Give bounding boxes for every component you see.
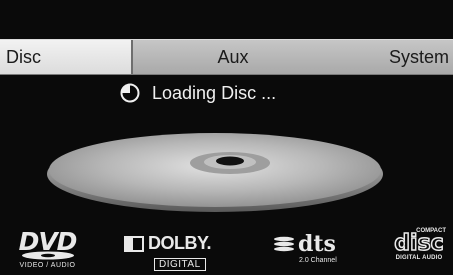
- tab-aux-label: Aux: [217, 46, 249, 67]
- dolby-logo-word: DOLBY.: [148, 233, 212, 253]
- dvd-logo-sub: VIDEO / AUDIO: [19, 262, 76, 269]
- dts-logo-sub: 2.0 Channel: [299, 257, 337, 264]
- cd-logo-sub: DIGITAL AUDIO: [395, 255, 443, 261]
- format-logos: DVD VIDEO / AUDIO DOLBY. DIGITAL dts 2.0…: [0, 225, 453, 273]
- dts-logo: dts 2.0 Channel: [273, 233, 343, 271]
- disc-graphic: [45, 125, 385, 215]
- tab-system[interactable]: System: [333, 40, 453, 74]
- tab-disc[interactable]: Disc: [0, 40, 133, 74]
- tab-system-label: System: [388, 46, 449, 67]
- tab-bar: Disc Aux System: [0, 39, 453, 75]
- dolby-logo: DOLBY. DIGITAL: [124, 233, 216, 271]
- double-d-icon: [124, 235, 144, 252]
- dvd-logo-word: DVD: [18, 227, 78, 256]
- cd-logo-word: disc: [394, 231, 445, 256]
- dvd-logo: DVD VIDEO / AUDIO: [10, 229, 85, 271]
- compact-disc-logo: COMPACT disc DIGITAL AUDIO: [392, 228, 446, 272]
- dts-logo-word: dts: [298, 231, 336, 257]
- clock-icon: [120, 83, 140, 103]
- dolby-logo-sub: DIGITAL: [154, 258, 206, 271]
- loading-text: Loading Disc ...: [152, 82, 277, 103]
- tab-disc-label: Disc: [6, 46, 41, 67]
- dts-swoosh-icon: [274, 236, 294, 252]
- tab-aux[interactable]: Aux: [133, 40, 333, 74]
- loading-status: Loading Disc ...: [120, 80, 276, 106]
- media-screen: Disc Aux System Loading Disc ... DVD VID…: [0, 0, 453, 275]
